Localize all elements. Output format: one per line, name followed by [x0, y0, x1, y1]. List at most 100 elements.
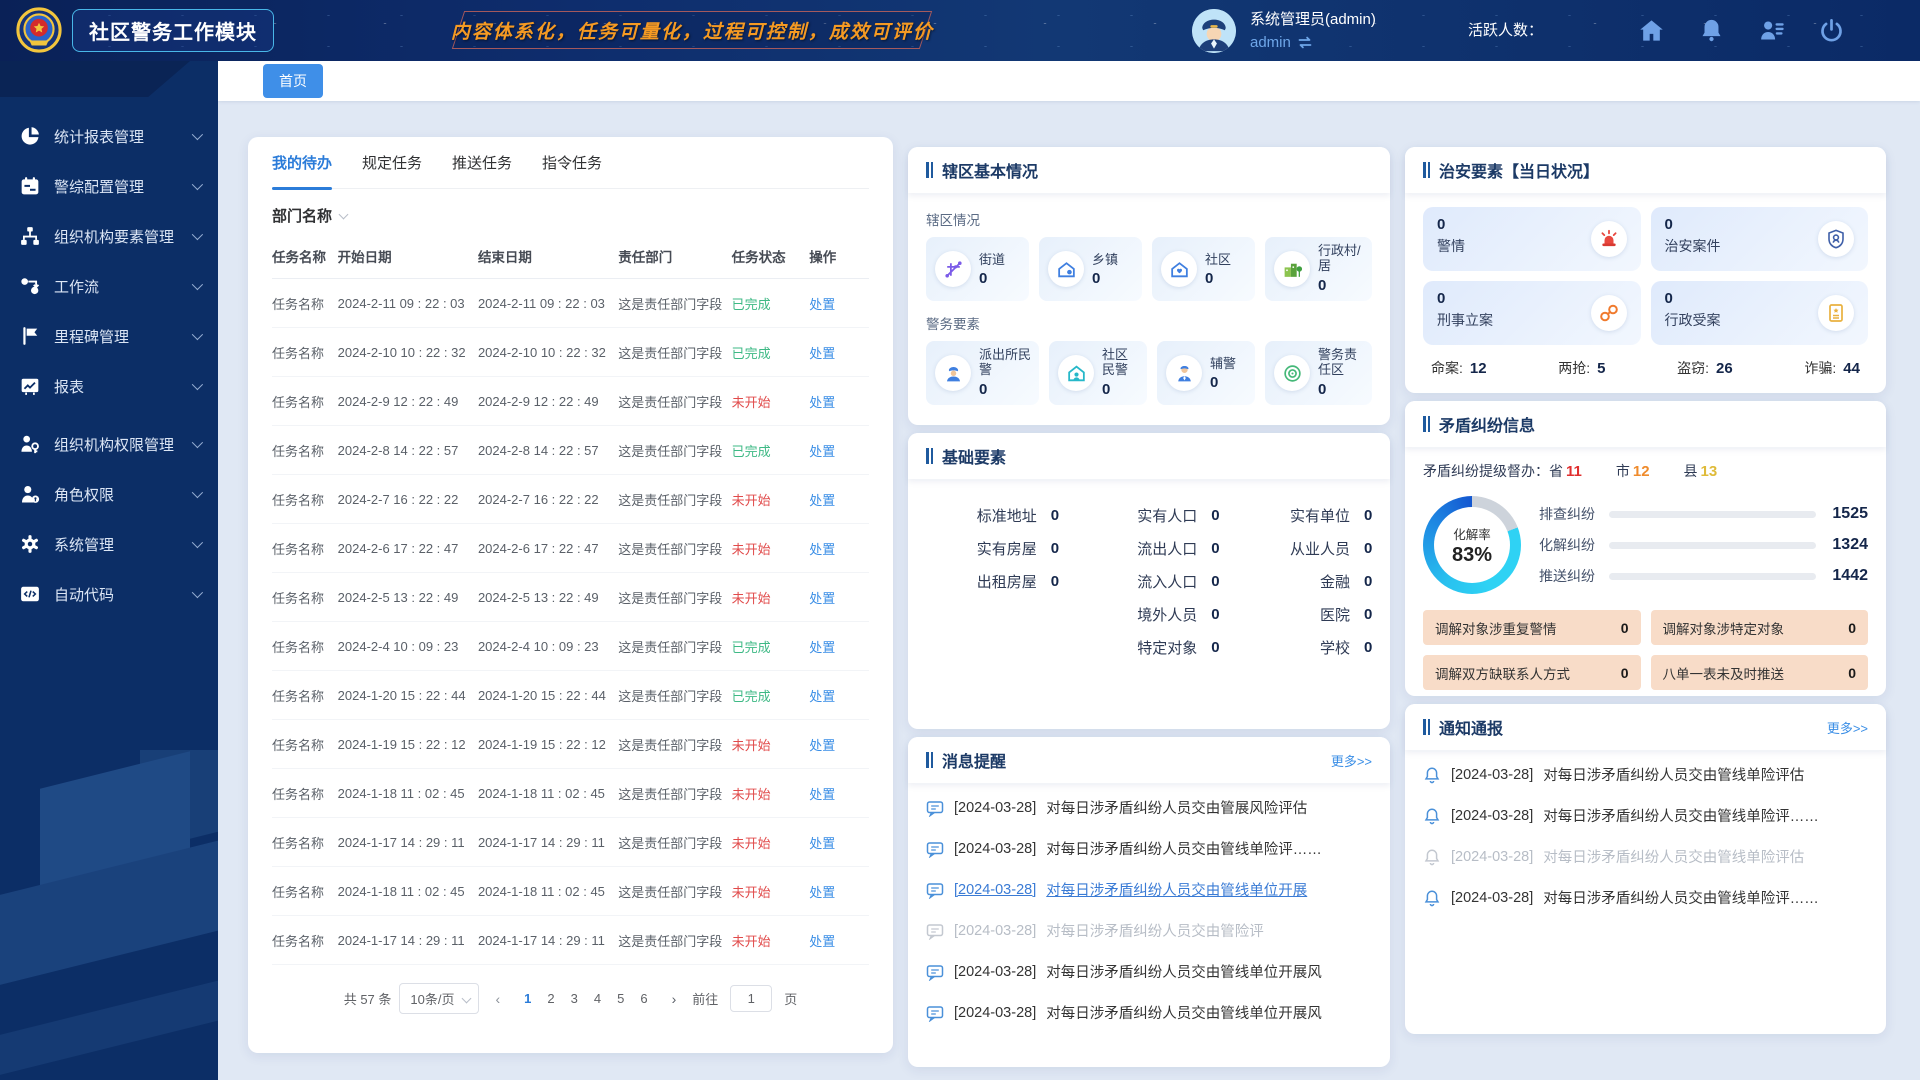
handle-link[interactable]: 处置: [809, 885, 835, 900]
sidebar-item-workflow[interactable]: 工作流: [0, 261, 218, 311]
end-date-cell: 2024-1-17 14 : 29 : 11: [478, 916, 618, 965]
department-section-title[interactable]: 部门名称: [272, 205, 869, 226]
stat-tile-alerts: 0 警情: [1423, 207, 1641, 271]
task-name-cell: 任务名称: [272, 328, 338, 377]
user-name[interactable]: admin: [1250, 31, 1291, 54]
table-row: 任务名称 2024-2-8 14 : 22 : 57 2024-2-8 14 :…: [272, 426, 869, 475]
more-link[interactable]: 更多>>: [1827, 718, 1868, 737]
handle-link[interactable]: 处置: [809, 297, 835, 312]
handle-link[interactable]: 处置: [809, 346, 835, 361]
notice-item[interactable]: [2024-03-28] 对每日涉矛盾纠纷人员交由管线单险评……: [1423, 877, 1868, 918]
goto-page-input[interactable]: [730, 985, 772, 1012]
handle-link[interactable]: 处置: [809, 640, 835, 655]
power-icon[interactable]: [1818, 17, 1845, 44]
notice-item[interactable]: [2024-03-28] 对每日涉矛盾纠纷人员交由管线单险评……: [1423, 795, 1868, 836]
police-officer-icon: [935, 355, 971, 391]
chevron-down-icon: [192, 179, 203, 190]
task-tab[interactable]: 规定任务: [362, 137, 422, 189]
sidebar-item-auto-code[interactable]: 自动代码: [0, 569, 218, 619]
dispute-chip: 调解对象涉重复警情0: [1423, 610, 1641, 645]
status-badge: 已完成: [732, 689, 771, 704]
handle-link[interactable]: 处置: [809, 542, 835, 557]
task-tab[interactable]: 推送任务: [452, 137, 512, 189]
next-page-icon[interactable]: ›: [664, 991, 685, 1007]
prev-page-icon[interactable]: ‹: [487, 991, 508, 1007]
page-number[interactable]: 4: [586, 987, 609, 1010]
page-number[interactable]: 2: [539, 987, 562, 1010]
page-number[interactable]: 3: [563, 987, 586, 1010]
task-tab[interactable]: 我的待办: [272, 137, 332, 189]
sidebar-item-system-management[interactable]: 系统管理: [0, 519, 218, 569]
shield-icon: [1818, 221, 1854, 257]
sidebar-item-org-elements[interactable]: 组织机构要素管理: [0, 211, 218, 261]
sidebar-item-milestone[interactable]: 里程碑管理: [0, 311, 218, 361]
dispute-bar: 推送纠纷 1442: [1539, 566, 1868, 586]
sidebar-item-org-permission[interactable]: 组织机构权限管理: [0, 419, 218, 469]
sidebar-item-role-permission[interactable]: 角色权限: [0, 469, 218, 519]
handle-link[interactable]: 处置: [809, 934, 835, 949]
basic-elements-panel: 基础要素 标准地址0实有房屋0出租房屋0 实有人口0流出人口0流入人口0境外人员…: [908, 433, 1390, 729]
handle-link[interactable]: 处置: [809, 493, 835, 508]
gear-icon: [20, 534, 40, 554]
message-text: 对每日涉矛盾纠纷人员交由管展风险评估: [1046, 797, 1307, 818]
col-task-name: 任务名称: [272, 234, 338, 279]
handle-link[interactable]: 处置: [809, 738, 835, 753]
page-number[interactable]: 6: [632, 987, 655, 1010]
message-item[interactable]: [2024-03-28] 对每日涉矛盾纠纷人员交由管线单位开展风: [926, 992, 1372, 1033]
message-item[interactable]: [2024-03-28] 对每日涉矛盾纠纷人员交由管线单位开展风: [926, 951, 1372, 992]
sidebar-item-police-config[interactable]: 警综配置管理: [0, 161, 218, 211]
pagination: 共 57 条 10条/页 ‹ 1 2 3 4 5 6: [272, 983, 869, 1014]
basic-stat: 实有单位0: [1229, 505, 1382, 526]
bell-icon[interactable]: [1698, 17, 1725, 44]
notice-item[interactable]: [2024-03-28] 对每日涉矛盾纠纷人员交由管线单险评估: [1423, 836, 1868, 877]
sidebar-item-statistics-report[interactable]: 统计报表管理: [0, 111, 218, 161]
handle-link[interactable]: 处置: [809, 787, 835, 802]
handle-link[interactable]: 处置: [809, 836, 835, 851]
tab-home[interactable]: 首页: [263, 64, 323, 98]
road-icon: [935, 251, 971, 287]
switch-user-icon[interactable]: [1297, 36, 1313, 49]
sidebar-item-report[interactable]: 报表: [0, 361, 218, 411]
message-text: 对每日涉矛盾纠纷人员交由管险评: [1046, 920, 1264, 941]
chevron-down-icon: [192, 537, 203, 548]
target-zone-icon: [1274, 355, 1310, 391]
basic-stat: 特定对象0: [1069, 637, 1229, 658]
contacts-icon[interactable]: [1758, 17, 1785, 44]
user-avatar[interactable]: [1192, 9, 1236, 53]
code-icon: [20, 584, 40, 604]
town-house-icon: [1048, 251, 1084, 287]
handle-link[interactable]: 处置: [809, 591, 835, 606]
group-label: 辖区情况: [926, 209, 1372, 229]
stat-tile-criminal-cases: 0 刑事立案: [1423, 281, 1641, 345]
department-cell: 这是责任部门字段: [618, 622, 731, 671]
stat-tile-aux-police: 辅警0: [1157, 341, 1255, 405]
col-department: 责任部门: [618, 234, 731, 279]
page-number[interactable]: 5: [609, 987, 632, 1010]
col-action: 操作: [809, 234, 869, 279]
table-row: 任务名称 2024-2-5 13 : 22 : 49 2024-2-5 13 :…: [272, 573, 869, 622]
page-number[interactable]: 1: [516, 987, 539, 1010]
comment-icon: [926, 799, 944, 817]
basic-stat: 医院0: [1229, 604, 1382, 625]
basic-stat: 出租房屋0: [916, 571, 1069, 592]
handle-link[interactable]: 处置: [809, 395, 835, 410]
handle-link[interactable]: 处置: [809, 444, 835, 459]
task-tab[interactable]: 指令任务: [542, 137, 602, 189]
stat-robbery: 两抢:5: [1558, 358, 1605, 378]
message-item[interactable]: [2024-03-28] 对每日涉矛盾纠纷人员交由管线单位开展: [926, 869, 1372, 910]
end-date-cell: 2024-2-8 14 : 22 : 57: [478, 426, 618, 475]
home-icon[interactable]: [1638, 17, 1665, 44]
notice-item[interactable]: [2024-03-28] 对每日涉矛盾纠纷人员交由管线单险评估: [1423, 754, 1868, 795]
panel-title: 基础要素: [942, 444, 1006, 468]
more-link[interactable]: 更多>>: [1331, 751, 1372, 770]
task-name-cell: 任务名称: [272, 769, 338, 818]
task-name-cell: 任务名称: [272, 818, 338, 867]
handle-link[interactable]: 处置: [809, 689, 835, 704]
task-name-cell: 任务名称: [272, 573, 338, 622]
message-item[interactable]: [2024-03-28] 对每日涉矛盾纠纷人员交由管险评: [926, 910, 1372, 951]
task-tabs: 我的待办 规定任务 推送任务 指令任务: [272, 137, 869, 189]
message-item[interactable]: [2024-03-28] 对每日涉矛盾纠纷人员交由管线单险评……: [926, 828, 1372, 869]
message-item[interactable]: [2024-03-28] 对每日涉矛盾纠纷人员交由管展风险评估: [926, 787, 1372, 828]
end-date-cell: 2024-1-20 15 : 22 : 44: [478, 671, 618, 720]
page-size-select[interactable]: 10条/页: [399, 983, 479, 1014]
